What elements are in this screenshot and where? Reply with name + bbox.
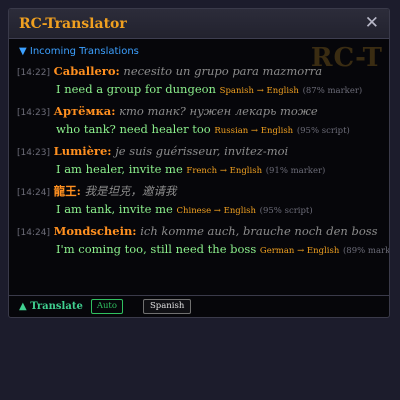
speaker-name[interactable]: Артёмка:: [54, 104, 116, 118]
translate-toggle[interactable]: ▲ Translate: [19, 301, 83, 312]
translation-entry: [14:23] Артёмка: кто танк? нужен лекарь …: [17, 103, 381, 139]
confidence-score: (89% marker): [342, 246, 390, 256]
language-pair: Chinese → English: [176, 206, 257, 216]
incoming-translations-header[interactable]: ▼ Incoming Translations: [19, 46, 381, 57]
translated-message: I'm coming too, still need the boss: [56, 242, 257, 256]
original-message: кто танк? нужен лекарь тоже: [119, 104, 318, 118]
confidence-score: (95% script): [259, 206, 313, 216]
language-pair: French → English: [186, 166, 263, 176]
language-pair: Russian → English: [214, 126, 294, 136]
translate-label: Translate: [30, 301, 83, 312]
timestamp: [14:22]: [17, 68, 50, 78]
language-pair: Spanish → English: [219, 86, 299, 96]
speaker-name[interactable]: 龍王:: [54, 184, 81, 198]
translated-message: I am tank, invite me: [56, 202, 173, 216]
translated-message: who tank? need healer too: [56, 122, 211, 136]
translation-entry: [14:22] Caballero: necesito un grupo par…: [17, 63, 381, 99]
speaker-name[interactable]: Caballero:: [54, 64, 120, 78]
timestamp: [14:24]: [17, 188, 50, 198]
translation-list: [14:22] Caballero: necesito un grupo par…: [17, 63, 389, 259]
speaker-name[interactable]: Mondschein:: [54, 224, 137, 238]
original-message: 我是坦克，邀请我: [84, 184, 177, 198]
translated-message: I need a group for dungeon: [56, 82, 216, 96]
timestamp: [14:23]: [17, 108, 50, 118]
original-message: je suis guérisseur, invitez-moi: [115, 144, 289, 158]
window-titlebar[interactable]: RC-Translator ✕: [9, 9, 389, 39]
auto-toggle-button[interactable]: Auto: [90, 299, 123, 314]
translate-controls-bar: ▲ Translate Auto Spanish: [9, 295, 389, 317]
close-icon[interactable]: ✕: [365, 15, 379, 32]
expand-arrow-icon: ▲: [19, 301, 27, 312]
collapse-arrow-icon: ▼: [19, 46, 27, 57]
original-message: necesito un grupo para mazmorra: [123, 64, 323, 78]
confidence-score: (91% marker): [265, 166, 326, 176]
translator-window: RC-Translator ✕ RC-T ▼ Incoming Translat…: [8, 8, 390, 318]
language-pair: German → English: [259, 246, 340, 256]
confidence-score: (87% marker): [302, 86, 363, 96]
translation-entry: [14:23] Lumière: je suis guérisseur, inv…: [17, 143, 381, 179]
translated-message: I am healer, invite me: [56, 162, 183, 176]
window-title: RC-Translator: [19, 15, 127, 32]
translation-entry: [14:24] 龍王: 我是坦克，邀请我 I am tank, invite m…: [17, 183, 381, 219]
timestamp: [14:23]: [17, 148, 50, 158]
section-header-label: Incoming Translations: [29, 46, 139, 57]
confidence-score: (95% script): [296, 126, 350, 136]
target-language-select[interactable]: Spanish: [142, 299, 192, 314]
timestamp: [14:24]: [17, 228, 50, 238]
speaker-name[interactable]: Lumière:: [54, 144, 112, 158]
translation-entry: [14:24] Mondschein: ich komme auch, brau…: [17, 223, 389, 259]
translation-panel: RC-T ▼ Incoming Translations [14:22] Cab…: [9, 39, 389, 295]
original-message: ich komme auch, brauche noch den boss: [140, 224, 378, 238]
